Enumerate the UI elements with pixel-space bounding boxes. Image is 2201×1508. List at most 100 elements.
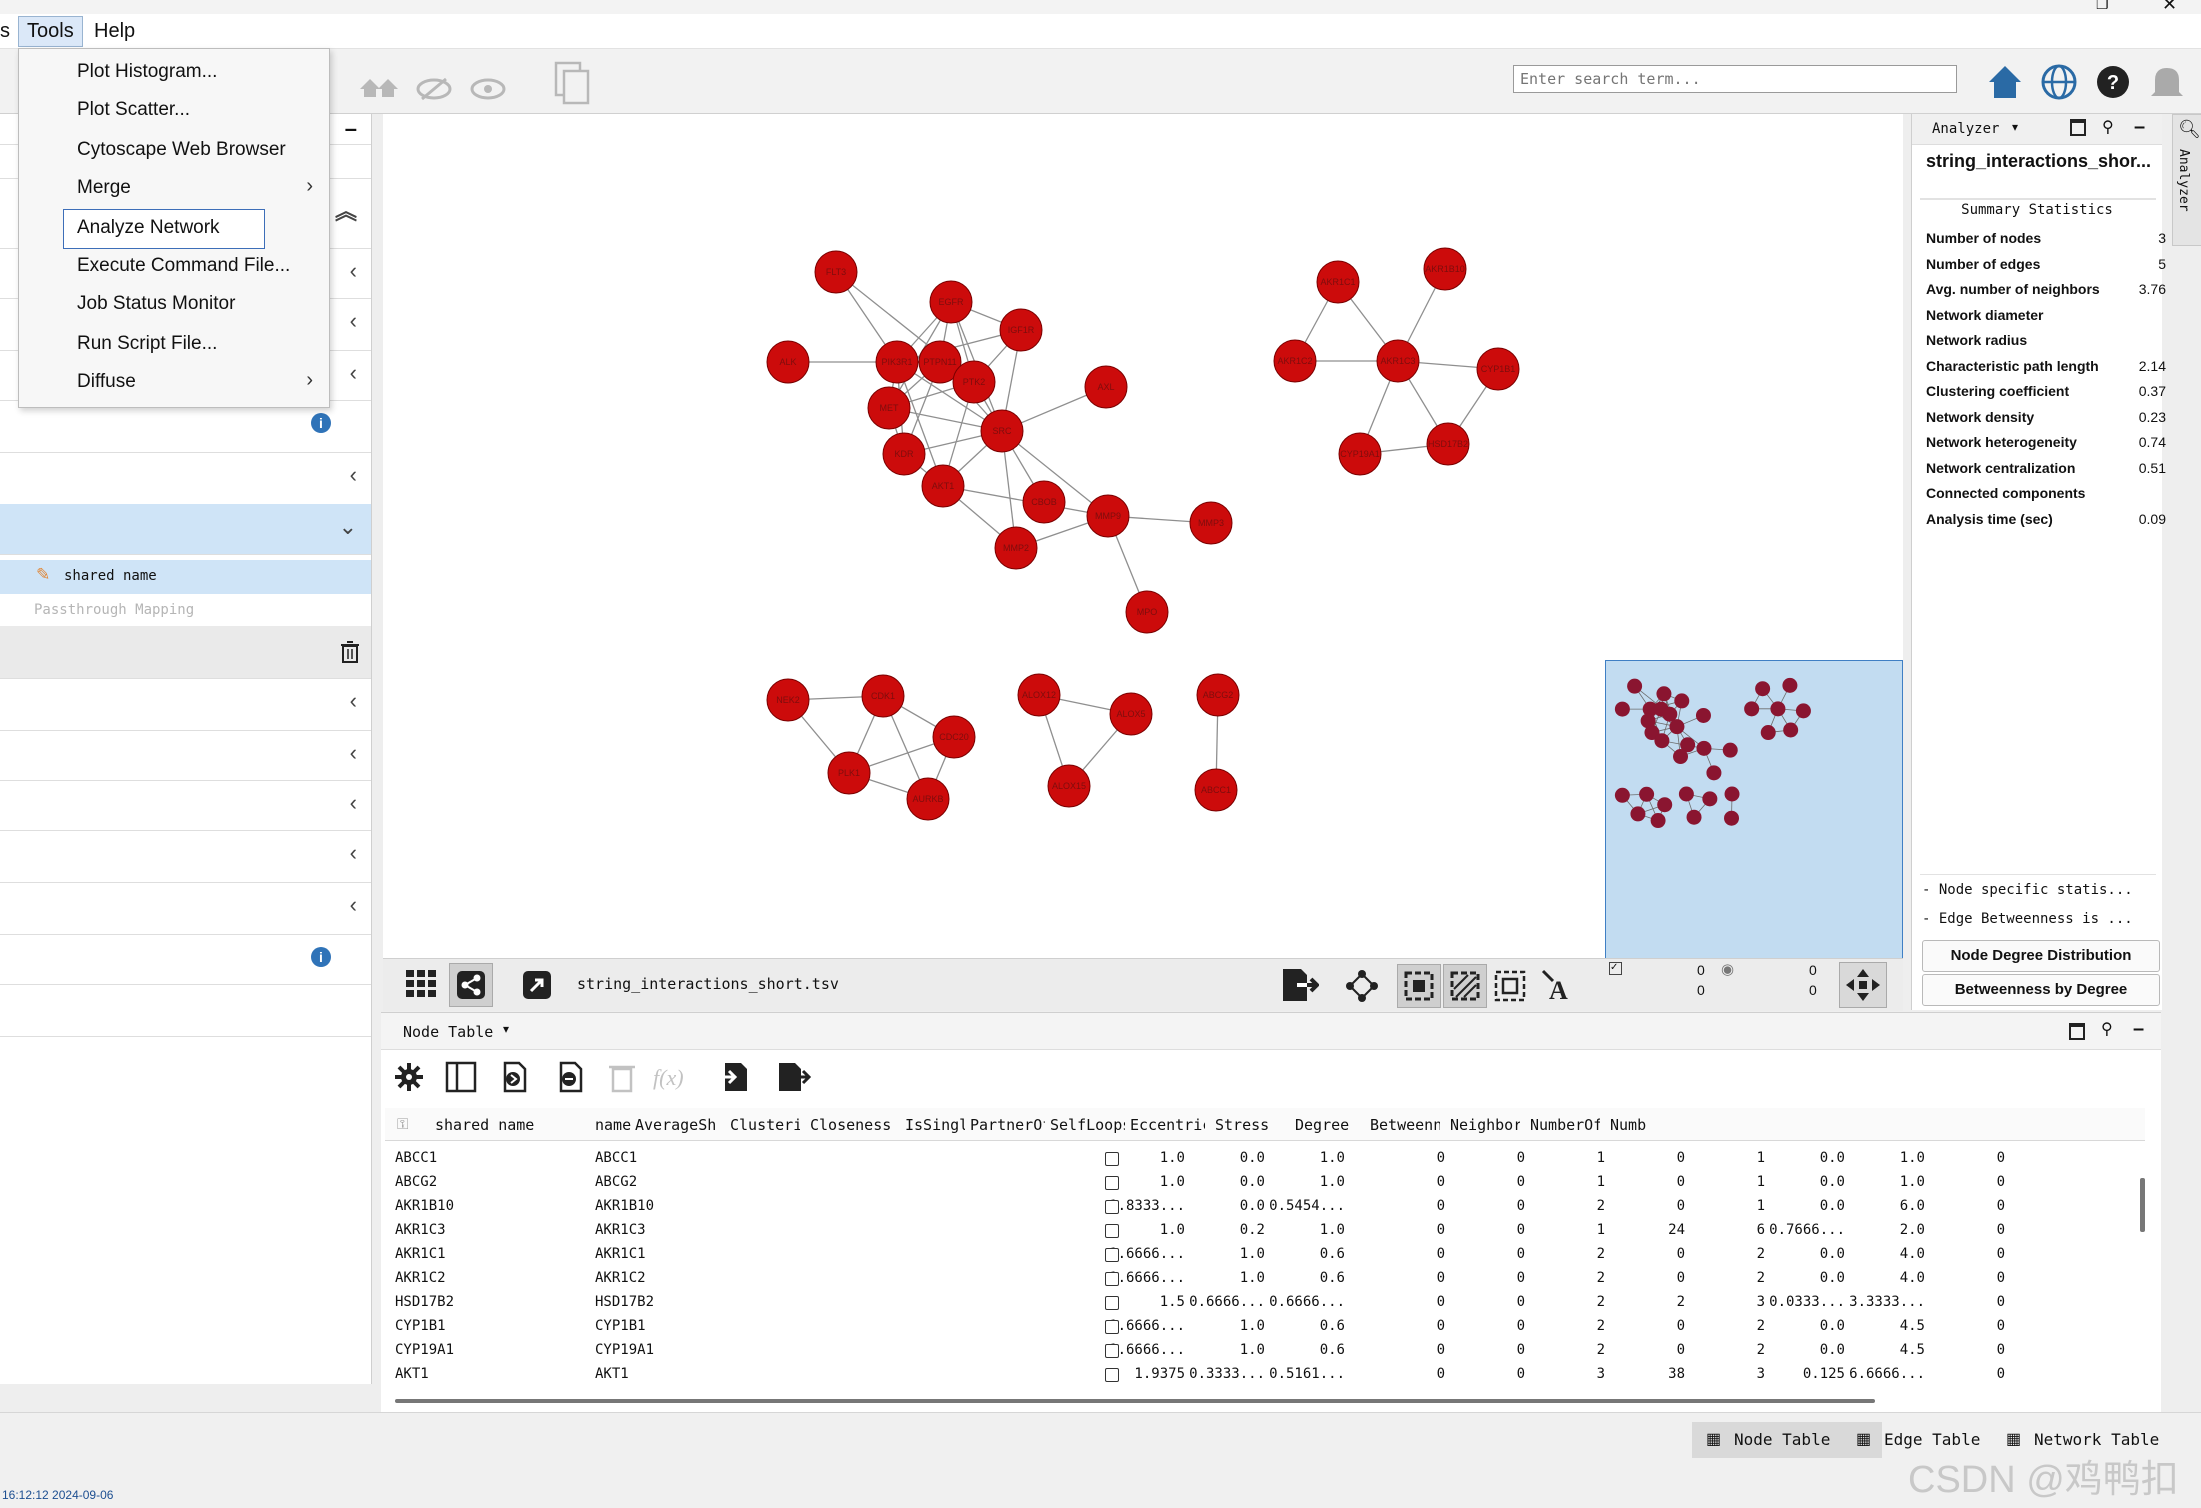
chevron-left-icon[interactable]: ‹ <box>350 790 357 816</box>
detach-icon[interactable] <box>521 969 553 1001</box>
is-single-node-checkbox[interactable] <box>1105 1152 1119 1166</box>
column-header[interactable]: Numb <box>1610 1116 1650 1134</box>
dropdown-arrow-icon[interactable]: ▾ <box>503 1022 509 1036</box>
vertical-scrollbar[interactable] <box>2140 1178 2145 1232</box>
mapping-type-row[interactable]: Passthrough Mapping <box>0 594 371 626</box>
copy-icon[interactable] <box>552 59 592 105</box>
table-row[interactable]: AKR1C2 AKR1C2 1.6666... 1.0 0.6 0 0 2 0 2 0.0 4.0 0 <box>385 1267 2145 1291</box>
table-row[interactable]: AKR1C3 AKR1C3 1.0 0.2 1.0 0 0 1 24 6 0.7666... 2.0 0 <box>385 1219 2145 1243</box>
network-node-akr1c1[interactable]: AKR1C1 <box>1316 260 1360 304</box>
menu-item-diffuse[interactable]: Diffuse <box>77 371 136 393</box>
network-node-cbob[interactable]: CBOB <box>1022 480 1066 524</box>
zoom-fit-icon[interactable] <box>1493 969 1527 1003</box>
menu-item-merge[interactable]: Merge <box>77 177 131 199</box>
column-header[interactable]: IsSingleNo: <box>905 1116 965 1134</box>
close-icon[interactable]: ✕ <box>2162 0 2177 15</box>
layout-icon[interactable] <box>1345 969 1379 1003</box>
table-row[interactable]: HSD17B2 HSD17B2 1.5 0.6666... 0.6666... 0 0 2 2 3… <box>385 1291 2145 1315</box>
chevron-left-icon[interactable]: ‹ <box>350 688 357 714</box>
menu-item-execute-command-file[interactable]: Execute Command File... <box>77 255 290 277</box>
table-row[interactable]: ABCC1 ABCC1 1.0 0.0 1.0 0 0 1 0 1 0.0 1.0 0 <box>385 1147 2145 1171</box>
network-node-pik3r1[interactable]: PIK3R1 <box>875 340 919 384</box>
column-header[interactable]: AverageSho: <box>635 1116 715 1134</box>
collapse-icon[interactable]: ︽ <box>335 194 357 226</box>
annotation-text-icon[interactable]: A <box>1539 967 1575 1003</box>
table-row[interactable]: AKT1 AKT1 1.9375 0.3333... 0.5161... 0 0 3 38 3 0.… <box>385 1363 2145 1387</box>
table-title[interactable]: Node Table <box>403 1023 493 1041</box>
is-single-node-checkbox[interactable] <box>1105 1368 1119 1382</box>
is-single-node-checkbox[interactable] <box>1105 1248 1119 1262</box>
column-header[interactable]: SelfLoops <box>1050 1116 1125 1134</box>
style-row[interactable]: ‹ <box>0 780 371 831</box>
network-canvas[interactable]: FLT3 EGFR IGF1R ALK PIK3R1 PTPN11 PTK2 AXL MET SR… <box>383 114 1903 960</box>
is-single-node-checkbox[interactable] <box>1105 1200 1119 1214</box>
network-node-src[interactable]: SRC <box>980 409 1024 453</box>
network-node-plk1[interactable]: PLK1 <box>827 751 871 795</box>
style-row[interactable]: ‹ <box>0 730 371 781</box>
restore-icon[interactable]: ❐ <box>2096 0 2109 13</box>
menu-help[interactable]: Help <box>94 20 135 43</box>
grid-view-icon[interactable] <box>405 969 439 999</box>
network-node-cyp1b1[interactable]: CYP1B1 <box>1476 347 1520 391</box>
chevron-left-icon[interactable]: ‹ <box>350 840 357 866</box>
network-node-alox5[interactable]: ALOX5 <box>1109 692 1153 736</box>
is-single-node-checkbox[interactable] <box>1105 1344 1119 1358</box>
menu-partial[interactable]: s <box>0 20 10 43</box>
column-header[interactable]: Betweennes: <box>1370 1116 1440 1134</box>
table-row[interactable]: AKR1C1 AKR1C1 1.6666... 1.0 0.6 0 0 2 0 2 0.0 4.0 0 <box>385 1243 2145 1267</box>
network-node-abcc1[interactable]: ABCC1 <box>1194 768 1238 812</box>
chevron-left-icon[interactable]: ‹ <box>350 360 357 386</box>
label-style-row[interactable]: ⌄ <box>0 504 371 555</box>
style-row[interactable]: ‹ <box>0 882 371 935</box>
menu-item-cytoscape-web-browser[interactable]: Cytoscape Web Browser <box>77 139 286 161</box>
export-icon[interactable] <box>1279 967 1319 1003</box>
pin-icon[interactable]: ⚲ <box>2101 1019 2113 1039</box>
network-node-abcg2[interactable]: ABCG2 <box>1196 673 1240 717</box>
network-node-cdk1[interactable]: CDK1 <box>861 674 905 718</box>
trash-icon[interactable] <box>339 640 361 664</box>
network-node-nek2[interactable]: NEK2 <box>766 678 810 722</box>
minimize-icon[interactable]: – <box>2134 116 2145 139</box>
menu-item-analyze-network[interactable]: Analyze Network <box>77 217 220 239</box>
betweenness-by-degree-button[interactable]: Betweenness by Degree <box>1922 974 2160 1006</box>
column-header[interactable]: Neighborho: <box>1450 1116 1520 1134</box>
table-row[interactable]: CYP19A1 CYP19A1 1.6666... 1.0 0.6 0 0 2 0 2 0.0 4.5… <box>385 1339 2145 1363</box>
menu-item-run-script-file[interactable]: Run Script File... <box>77 333 217 355</box>
network-node-akr1b10[interactable]: AKR1B10 <box>1423 247 1467 291</box>
network-node-flt3[interactable]: FLT3 <box>814 250 858 294</box>
network-node-mpo[interactable]: MPO <box>1125 590 1169 634</box>
network-view-button[interactable] <box>449 963 493 1007</box>
network-node-mmp3[interactable]: MMP3 <box>1189 501 1233 545</box>
mapping-column-row[interactable]: ✎ shared name <box>0 560 371 594</box>
column-header[interactable]: Eccentrici: <box>1130 1116 1205 1134</box>
chevron-down-icon[interactable]: ⌄ <box>339 514 357 540</box>
is-single-node-checkbox[interactable] <box>1105 1272 1119 1286</box>
network-node-hsd17b2[interactable]: HSD17B2 <box>1426 422 1470 466</box>
network-node-cdc20[interactable]: CDC20 <box>932 715 976 759</box>
horizontal-scrollbar[interactable] <box>395 1399 1875 1403</box>
table-row[interactable]: CYP1B1 CYP1B1 1.6666... 1.0 0.6 0 0 2 0 2 0.0 4.5 0 <box>385 1315 2145 1339</box>
column-header[interactable]: shared name <box>435 1116 585 1134</box>
maximize-icon[interactable] <box>2069 1023 2085 1040</box>
network-node-ptk2[interactable]: PTK2 <box>952 360 996 404</box>
is-single-node-checkbox[interactable] <box>1105 1296 1119 1310</box>
menu-item-plot-histogram[interactable]: Plot Histogram... <box>77 61 217 83</box>
network-node-akr1c3[interactable]: AKR1C3 <box>1376 339 1420 383</box>
network-node-alox12[interactable]: ALOX12 <box>1017 673 1061 717</box>
network-node-igf1r[interactable]: IGF1R <box>999 308 1043 352</box>
chevron-left-icon[interactable]: ‹ <box>350 308 357 334</box>
show-edges-button[interactable] <box>1443 964 1487 1008</box>
column-header[interactable]: Clustering( <box>730 1116 800 1134</box>
minimize-icon[interactable]: – <box>345 116 357 142</box>
network-node-cyp19a1[interactable]: CYP19A1 <box>1338 432 1382 476</box>
column-header[interactable]: PartnerOfM: <box>970 1116 1045 1134</box>
network-node-akr1c2[interactable]: AKR1C2 <box>1273 339 1317 383</box>
fit-selected-button[interactable] <box>1397 964 1441 1008</box>
style-row[interactable]: ‹ <box>0 452 371 505</box>
is-single-node-checkbox[interactable] <box>1105 1176 1119 1190</box>
column-header[interactable]: ClosenessC: <box>810 1116 890 1134</box>
network-node-aurkb[interactable]: AURKB <box>906 777 950 821</box>
menu-tools[interactable]: Tools <box>18 16 83 47</box>
table-row[interactable]: ABCG2 ABCG2 1.0 0.0 1.0 0 0 1 0 1 0.0 1.0 0 <box>385 1171 2145 1195</box>
network-node-alk[interactable]: ALK <box>766 340 810 384</box>
